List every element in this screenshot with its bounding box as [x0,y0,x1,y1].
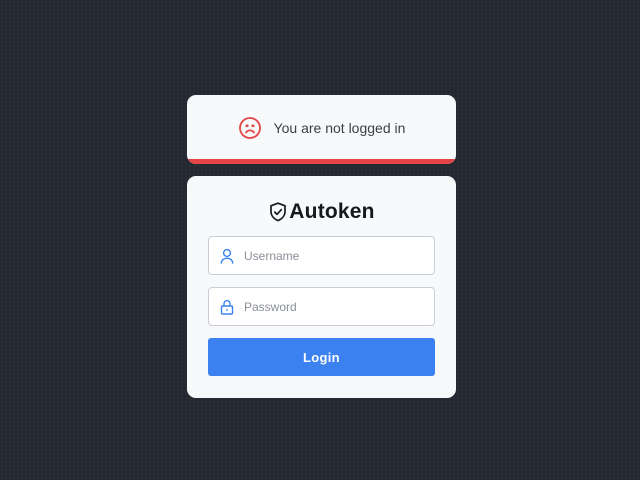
login-button[interactable]: Login [208,338,435,376]
not-logged-in-notice: You are not logged in [187,95,456,164]
sad-face-icon [238,116,262,140]
notice-text: You are not logged in [273,119,406,136]
username-field[interactable] [208,236,435,275]
lock-icon [220,299,234,315]
password-input[interactable] [244,288,434,325]
password-field[interactable] [208,287,435,326]
brand-name: Autoken [289,200,375,223]
shield-check-icon [268,201,288,223]
brand-header: Autoken [208,200,435,224]
login-card: Autoken Login [187,176,456,398]
username-input[interactable] [244,237,434,274]
user-icon [220,248,234,264]
